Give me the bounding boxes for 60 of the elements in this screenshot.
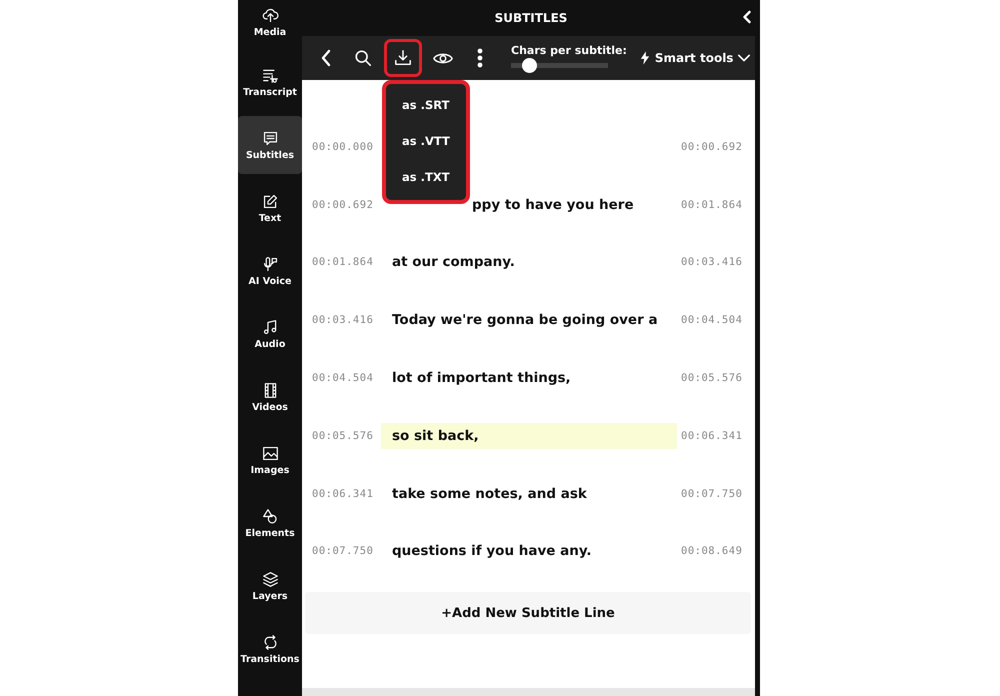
slider-thumb[interactable] <box>522 58 538 72</box>
end-time: 00:05.576 <box>680 372 744 384</box>
chevron-down-icon <box>738 54 750 62</box>
end-time: 00:04.504 <box>680 314 744 326</box>
smart-tools-dropdown[interactable]: Smart tools <box>640 51 750 65</box>
pencil-icon <box>262 192 278 210</box>
cloud-upload-icon <box>262 6 278 24</box>
sidebar-item[interactable]: Subtitles <box>238 116 302 174</box>
start-time: 00:00.692 <box>311 198 374 211</box>
sidebar-item[interactable]: Transcript <box>238 53 302 111</box>
menu-item[interactable]: as .VTT <box>386 124 466 160</box>
microphone-icon <box>262 256 278 272</box>
sidebar-item[interactable]: Layers <box>238 557 302 615</box>
speech-bubble-icon <box>262 130 278 146</box>
sidebar-item[interactable]: Audio <box>238 305 302 363</box>
layers-icon <box>262 570 278 588</box>
start-time: 00:05.576 <box>311 430 374 442</box>
subtitle-text: take some notes, and ask <box>392 486 587 502</box>
subtitle-text: questions if you have any. <box>392 543 592 560</box>
subtitle-text: lot of important things, <box>392 370 571 386</box>
end-time: 00:06.341 <box>680 430 744 442</box>
chars-per-subtitle-label: Chars per subtitle: <box>511 44 627 56</box>
sidebar-item[interactable]: Text <box>238 179 302 237</box>
sidebar-item[interactable]: Media <box>238 0 302 48</box>
start-time: 00:06.341 <box>311 488 374 500</box>
sidebar-item[interactable]: Elements <box>238 494 302 552</box>
subtitle-text: so sit back, <box>392 428 479 444</box>
search-icon <box>354 49 372 67</box>
sidebar-item[interactable]: Transitions <box>238 620 302 678</box>
collapse-chevron-icon[interactable] <box>742 10 752 24</box>
add-subtitle-line-button[interactable]: +Add New Subtitle Line <box>305 592 751 634</box>
menu-item[interactable]: as .TXT <box>386 160 466 196</box>
start-time: 00:01.864 <box>311 256 374 268</box>
download-button[interactable] <box>384 39 422 77</box>
start-time: 00:00.000 <box>311 140 374 153</box>
start-time: 00:04.504 <box>311 372 374 384</box>
menu-item[interactable]: as .SRT <box>386 88 466 124</box>
image-icon <box>262 444 278 462</box>
start-time: 00:07.750 <box>311 545 374 558</box>
download-icon <box>394 49 412 67</box>
back-chevron-icon <box>320 49 332 67</box>
music-note-icon <box>262 318 278 336</box>
loop-arrows-icon <box>262 634 278 650</box>
shapes-icon <box>262 508 278 524</box>
end-time: 00:00.692 <box>680 140 744 153</box>
subtitle-text: at our company. <box>392 254 515 270</box>
end-time: 00:08.649 <box>680 545 744 558</box>
lightning-icon <box>640 51 650 65</box>
sidebar-item[interactable]: AI Voice <box>238 242 302 300</box>
start-time: 00:03.416 <box>311 314 374 326</box>
end-time: 00:03.416 <box>680 256 744 268</box>
eye-icon <box>433 50 453 66</box>
sidebar-item[interactable]: Images <box>238 431 302 489</box>
panel-title: SUBTITLES <box>494 11 568 25</box>
more-icon <box>477 48 483 68</box>
subtitle-text: Today we're gonna be going over a <box>392 312 658 328</box>
sidebar-item[interactable]: Videos <box>238 368 302 426</box>
end-time: 00:07.750 <box>680 488 744 500</box>
subtitle-text: ppy to have you here <box>471 196 634 213</box>
end-time: 00:01.864 <box>680 198 744 211</box>
